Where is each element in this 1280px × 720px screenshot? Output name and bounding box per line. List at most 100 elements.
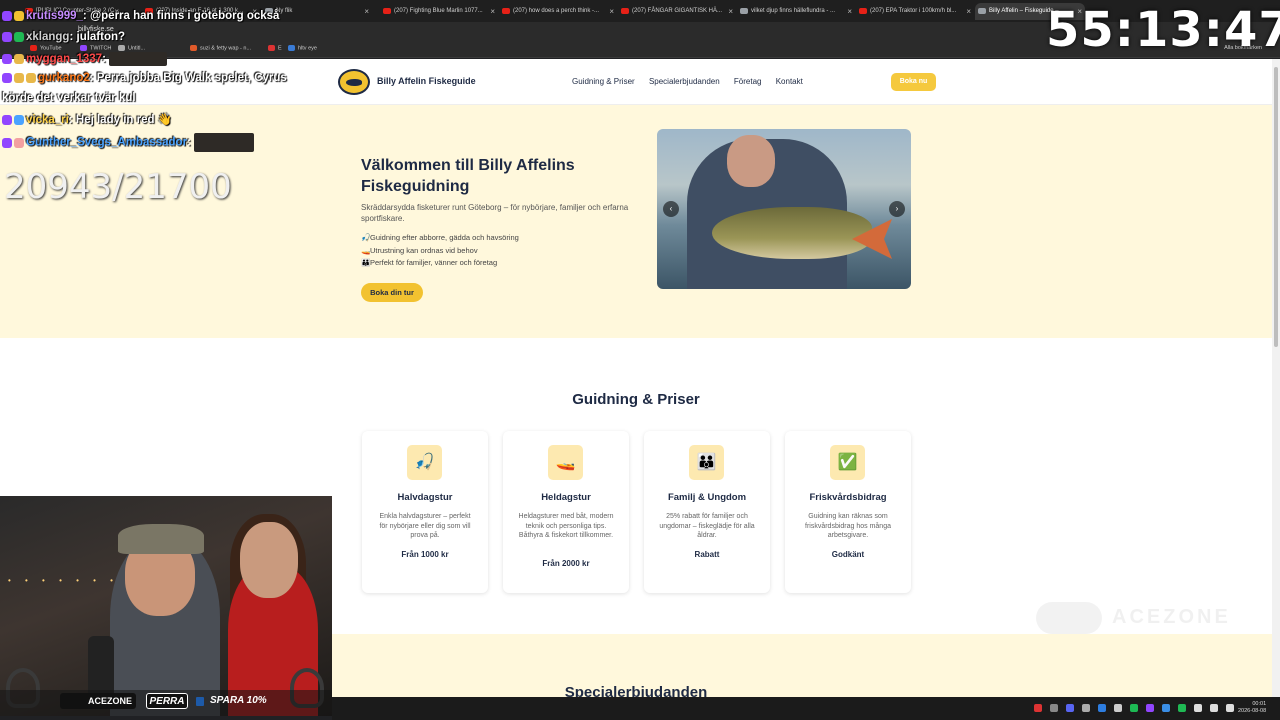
sweden-flag-icon	[196, 697, 204, 706]
card-description: Guidning kan räknas som friskvårdsbidrag…	[805, 513, 891, 539]
bookmark-item[interactable]: E	[268, 45, 282, 51]
bookmark-item[interactable]: Untitl...	[118, 45, 145, 51]
volume-icon[interactable]	[1210, 704, 1218, 712]
bookmark-icon	[288, 45, 295, 51]
windows-taskbar	[332, 697, 1280, 720]
bookmark-item[interactable]: suzi & fetty wap - n...	[190, 45, 251, 51]
pricing-card[interactable]: 🚤 Heldagstur Heldagsturer med båt, moder…	[503, 431, 629, 593]
acezone-logo: ACEZONE	[60, 693, 136, 709]
fishing-rod-icon: 🎣	[361, 233, 371, 242]
chat-message: myggan_1337:	[2, 52, 168, 66]
chat-emote-image	[194, 133, 255, 152]
card-price: Godkänt	[831, 550, 865, 559]
card-price: Från 1000 kr	[401, 550, 449, 559]
hero-bullet: 👪Perfekt för familjer, vänner och företa…	[361, 258, 498, 267]
tab-close-icon[interactable]: ×	[847, 3, 852, 20]
chat-emote-image	[109, 52, 168, 66]
chat-message: vicka_ri: Hej lady in red 👋	[2, 112, 172, 126]
family-icon: 👪	[689, 445, 724, 480]
carousel-next-icon[interactable]: ›	[889, 201, 905, 217]
bookmark-icon	[190, 45, 197, 51]
bookmark-icon	[30, 45, 37, 51]
fishing-rod-icon: 🎣	[407, 445, 442, 480]
sponsor-banner: ACEZONE PERRA SPARA 10%	[0, 690, 332, 716]
promo-text: SPARA 10%	[210, 695, 267, 706]
browser-tab[interactable]: (207) FÅNGAR GIGANTISK HÄ... ×	[618, 3, 736, 20]
site-brand[interactable]: Billy Affelin Fiskeguide	[377, 76, 476, 86]
system-clock[interactable]: 00:01 2026-08-08	[1238, 701, 1266, 715]
bookmark-item[interactable]: hltv eye	[288, 45, 317, 51]
browser-tab[interactable]: (207) how does a perch think -... ×	[499, 3, 617, 20]
browser-tab[interactable]: vilket djup finns hälleflundra - ... ×	[737, 3, 855, 20]
bluetooth-icon[interactable]	[1162, 704, 1170, 712]
tray-icon[interactable]	[1050, 704, 1058, 712]
spotify-icon[interactable]	[1130, 704, 1138, 712]
tab-label: vilket djup finns hälleflundra - ...	[751, 8, 836, 14]
chat-message: xklangg: julafton?	[2, 31, 125, 43]
goal-counter: 20943/21700	[4, 167, 232, 207]
chat-message-continued: körde det verkar tvär kul	[2, 92, 136, 104]
discord-icon[interactable]	[1066, 704, 1074, 712]
tab-close-icon[interactable]: ×	[609, 3, 614, 20]
boat-icon: 🚤	[361, 245, 371, 255]
tray-icon[interactable]	[1098, 704, 1106, 712]
pricing-card[interactable]: 🎣 Halvdagstur Enkla halvdagsturer – perf…	[362, 431, 488, 593]
creator-code: PERRA	[146, 693, 188, 709]
carousel-prev-icon[interactable]: ‹	[663, 201, 679, 217]
tab-label: (207) Fighting Blue Marlin 1077...	[394, 8, 483, 14]
card-price: Rabatt	[694, 550, 720, 559]
nav-link-special[interactable]: Specialerbjudanden	[649, 77, 720, 86]
pricing-card[interactable]: 👪 Familj & Ungdom 25% rabatt för familje…	[644, 431, 770, 593]
browser-tab[interactable]: (207) Fighting Blue Marlin 1077... ×	[380, 3, 498, 20]
hero-bullet: 🎣Guidning efter abborre, gädda och havsö…	[361, 233, 519, 242]
network-icon[interactable]	[1194, 704, 1202, 712]
card-price: Från 2000 kr	[542, 559, 590, 568]
tab-favicon-icon	[621, 8, 629, 14]
subathon-timer: 55:13:47	[1046, 2, 1280, 58]
hero-carousel-image: ‹ ›	[657, 129, 911, 289]
nav-link-guidning[interactable]: Guidning & Priser	[572, 77, 635, 86]
chat-message: Gunther_Svegs_Ambassador:	[2, 133, 255, 152]
tray-icon[interactable]	[1082, 704, 1090, 712]
tab-close-icon[interactable]: ×	[364, 3, 369, 20]
tab-label: (207) FÅNGAR GIGANTISK HÄ...	[632, 8, 723, 14]
family-icon: 👪	[361, 258, 371, 267]
nav-link-kontakt[interactable]: Kontakt	[776, 77, 803, 86]
card-description: Enkla halvdagsturer – perfekt för nybörj…	[379, 513, 471, 539]
tab-favicon-icon	[383, 8, 391, 14]
tab-close-icon[interactable]: ×	[966, 3, 971, 20]
pricing-card[interactable]: ✅ Friskvårdsbidrag Guidning kan räknas s…	[785, 431, 911, 593]
page-scrollbar[interactable]	[1272, 59, 1280, 697]
book-tour-button[interactable]: Boka din tur	[361, 283, 423, 302]
chat-message: gurkano2: Perra jobba Big Walk spelet, C…	[2, 72, 287, 84]
tray-icon[interactable]	[1114, 704, 1122, 712]
tray-icon[interactable]	[1178, 704, 1186, 712]
person-right-head	[240, 522, 298, 598]
battery-icon[interactable]	[1226, 704, 1234, 712]
bookmark-icon	[118, 45, 125, 51]
fish-logo-icon[interactable]	[338, 69, 370, 95]
bookmark-item[interactable]: TWITCH	[80, 45, 111, 51]
tab-close-icon[interactable]: ×	[728, 3, 733, 20]
tab-close-icon[interactable]: ×	[490, 3, 495, 20]
card-title: Familj & Ungdom	[667, 492, 747, 503]
main-nav: Guidning & Priser Specialerbjudanden För…	[572, 77, 815, 86]
boat-icon: 🚤	[548, 445, 583, 480]
tab-favicon-icon	[740, 8, 748, 14]
book-now-button[interactable]: Boka nu	[891, 73, 936, 91]
angler-head	[727, 135, 775, 187]
perch-fish	[712, 207, 872, 259]
hero-subtitle: Skräddarsydda fisketurer runt Göteborg –…	[361, 203, 629, 223]
tray-icon[interactable]	[1034, 704, 1042, 712]
tray-icon[interactable]	[1146, 704, 1154, 712]
bookmark-icon	[80, 45, 87, 51]
bookmark-icon	[268, 45, 275, 51]
bookmark-item[interactable]: YouTube	[30, 45, 62, 51]
browser-tab[interactable]: (207) EPA Traktor i 100km/h bl... ×	[856, 3, 974, 20]
tab-label: (207) EPA Traktor i 100km/h bl...	[870, 8, 957, 14]
nav-link-foretag[interactable]: Företag	[734, 77, 762, 86]
acezone-watermark: ACEZONE	[1036, 600, 1246, 634]
card-title: Friskvårdsbidrag	[809, 492, 887, 503]
checkmark-icon: ✅	[830, 445, 865, 480]
scrollbar-thumb[interactable]	[1274, 67, 1278, 347]
